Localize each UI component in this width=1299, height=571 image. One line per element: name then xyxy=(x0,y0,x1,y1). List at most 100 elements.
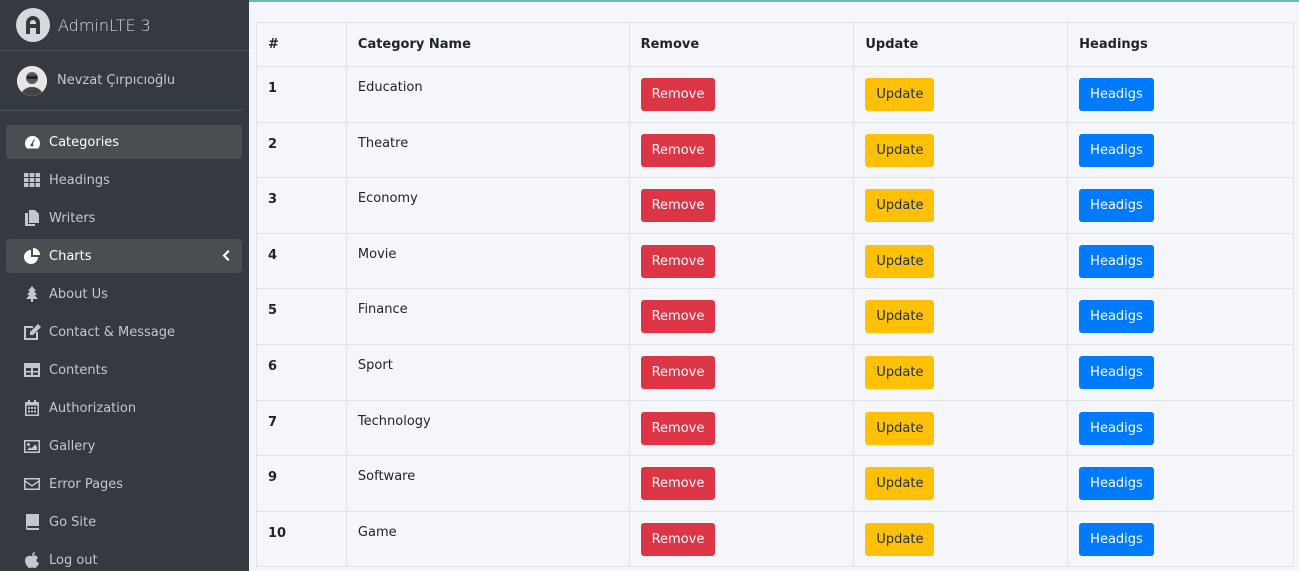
sidebar-item-label: Authorization xyxy=(49,400,137,416)
sidebar-item-headings[interactable]: Headings xyxy=(6,163,242,197)
update-button[interactable]: Update xyxy=(865,355,935,389)
category-name: Game xyxy=(345,510,630,568)
headings-button[interactable]: Headigs xyxy=(1079,244,1154,278)
avatar xyxy=(17,65,47,96)
top-accent-line xyxy=(249,0,1299,2)
category-name: Sport xyxy=(345,343,630,401)
sidebar-item-contact-message[interactable]: Contact & Message xyxy=(6,315,242,349)
update-button[interactable]: Update xyxy=(865,244,935,278)
sidebar-item-authorization[interactable]: Authorization xyxy=(6,391,242,425)
sidebar-item-label: Gallery xyxy=(49,438,96,454)
sidebar-item-writers[interactable]: Writers xyxy=(6,201,242,235)
headings-button[interactable]: Headigs xyxy=(1079,467,1154,501)
sidebar-item-label: Log out xyxy=(49,552,98,568)
remove-button[interactable]: Remove xyxy=(640,467,716,501)
update-button[interactable]: Update xyxy=(865,189,935,223)
column-header-update: Update xyxy=(853,22,1069,67)
headings-button[interactable]: Headigs xyxy=(1079,78,1154,111)
update-button[interactable]: Update xyxy=(865,467,935,501)
sidebar-item-about-us[interactable]: About Us xyxy=(6,277,242,311)
remove-button[interactable]: Remove xyxy=(640,244,716,278)
sidebar-item-go-site[interactable]: Go Site xyxy=(6,505,242,539)
remove-button[interactable]: Remove xyxy=(640,355,716,389)
row-number: 1 xyxy=(256,66,347,123)
sidebar-item-label: Go Site xyxy=(49,514,97,530)
sidebar-item-label: About Us xyxy=(49,286,108,302)
category-name: Software xyxy=(345,455,630,512)
tree-icon xyxy=(22,286,42,302)
brand-text: AdminLTE 3 xyxy=(58,15,151,35)
table-row: 6 Sport Remove Update Headigs xyxy=(256,343,1294,401)
headings-button[interactable]: Headigs xyxy=(1079,522,1154,556)
pie-chart-icon xyxy=(22,248,42,264)
sidebar: AdminLTE 3 Nevzat Çırpıcıoğlu Categories… xyxy=(0,0,249,571)
brand-logo xyxy=(16,8,50,42)
column-header-number: # xyxy=(256,22,347,67)
sidebar-item-label: Categories xyxy=(49,134,120,150)
edit-icon xyxy=(22,324,42,340)
sidebar-item-label: Headings xyxy=(49,172,110,188)
remove-button[interactable]: Remove xyxy=(640,300,716,334)
image-icon xyxy=(22,438,42,454)
sidebar-item-gallery[interactable]: Gallery xyxy=(6,429,242,463)
row-number: 4 xyxy=(256,232,347,290)
headings-button[interactable]: Headigs xyxy=(1079,355,1154,389)
row-number: 6 xyxy=(256,343,347,401)
headings-button[interactable]: Headigs xyxy=(1079,300,1154,334)
update-button[interactable]: Update xyxy=(865,133,935,167)
brand-link[interactable]: AdminLTE 3 xyxy=(0,0,249,51)
update-button[interactable]: Update xyxy=(865,522,935,556)
chevron-left-icon xyxy=(222,250,230,265)
sidebar-item-label: Writers xyxy=(49,210,96,226)
sidebar-item-label: Contact & Message xyxy=(49,324,175,340)
table-row: 1 Education Remove Update Headigs xyxy=(256,66,1294,123)
sidebar-item-contents[interactable]: Contents xyxy=(6,353,242,387)
tachometer-icon xyxy=(22,134,42,150)
table-header-row: # Category Name Remove Update Headings xyxy=(256,22,1294,67)
row-number: 7 xyxy=(256,399,347,457)
calendar-icon xyxy=(22,400,42,416)
sidebar-item-label: Contents xyxy=(49,362,108,378)
row-number: 9 xyxy=(256,455,347,512)
remove-button[interactable]: Remove xyxy=(640,411,716,445)
sidebar-item-categories[interactable]: Categories xyxy=(6,125,242,159)
column-header-category-name: Category Name xyxy=(345,22,630,67)
sidebar-item-label: Charts xyxy=(49,248,92,264)
sidebar-item-label: Error Pages xyxy=(49,476,124,492)
envelope-icon xyxy=(22,476,42,492)
row-number: 5 xyxy=(256,288,347,345)
user-name: Nevzat Çırpıcıoğlu xyxy=(57,73,176,88)
headings-button[interactable]: Headigs xyxy=(1079,189,1154,223)
update-button[interactable]: Update xyxy=(865,411,935,445)
category-name: Technology xyxy=(345,399,630,457)
table-row: 7 Technology Remove Update Headigs xyxy=(256,399,1294,457)
headings-button[interactable]: Headigs xyxy=(1079,133,1154,167)
category-name: Education xyxy=(345,66,630,123)
remove-button[interactable]: Remove xyxy=(640,78,716,111)
book-icon xyxy=(22,514,42,530)
user-panel[interactable]: Nevzat Çırpıcıoğlu xyxy=(0,51,242,111)
sidebar-item-charts[interactable]: Charts xyxy=(6,239,242,273)
table-row: 2 Theatre Remove Update Headigs xyxy=(256,121,1294,179)
grid-icon xyxy=(22,172,42,188)
remove-button[interactable]: Remove xyxy=(640,133,716,167)
apple-icon xyxy=(22,552,42,568)
categories-table: # Category Name Remove Update Headings 1… xyxy=(256,22,1294,568)
category-name: Movie xyxy=(345,232,630,290)
row-number: 10 xyxy=(256,510,347,568)
remove-button[interactable]: Remove xyxy=(640,522,716,556)
main-content: # Category Name Remove Update Headings 1… xyxy=(256,22,1294,568)
update-button[interactable]: Update xyxy=(865,78,935,111)
sidebar-nav: Categories Headings Writers Charts About… xyxy=(0,125,249,571)
sidebar-item-error-pages[interactable]: Error Pages xyxy=(6,467,242,501)
remove-button[interactable]: Remove xyxy=(640,189,716,223)
update-button[interactable]: Update xyxy=(865,300,935,334)
category-name: Finance xyxy=(345,288,630,345)
headings-button[interactable]: Headigs xyxy=(1079,411,1154,445)
copy-icon xyxy=(22,210,42,226)
sidebar-item-log-out[interactable]: Log out xyxy=(6,543,242,571)
table-row: 3 Economy Remove Update Headigs xyxy=(256,177,1294,234)
table-icon xyxy=(22,362,42,378)
table-row: 4 Movie Remove Update Headigs xyxy=(256,232,1294,290)
category-name: Economy xyxy=(345,177,630,234)
